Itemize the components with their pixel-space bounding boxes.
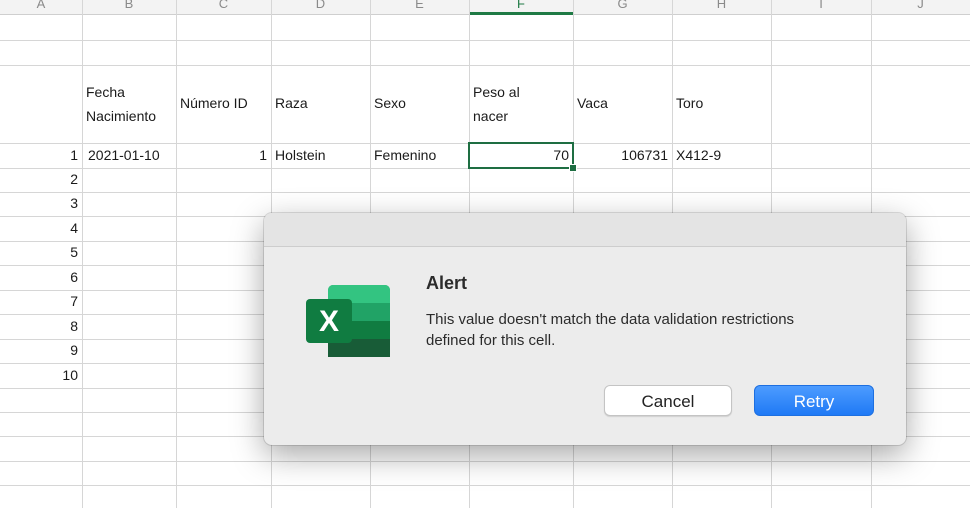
header-cell-fecha[interactable]: Fecha Nacimiento xyxy=(86,80,156,128)
row-number-cell[interactable]: 10 xyxy=(0,367,78,383)
fill-handle[interactable] xyxy=(569,164,577,172)
cell-vaca[interactable]: 106731 xyxy=(573,147,668,163)
grid-line xyxy=(0,40,970,41)
row-number-cell[interactable]: 3 xyxy=(0,195,78,211)
row-number-cell[interactable]: 1 xyxy=(0,147,78,163)
grid-line xyxy=(0,65,970,66)
header-fecha-line2: Nacimiento xyxy=(86,108,157,124)
dialog-titlebar[interactable] xyxy=(264,213,906,247)
alert-dialog: X Alert This value doesn't match the dat… xyxy=(264,213,906,445)
active-column-indicator xyxy=(469,12,573,15)
row-number-cell[interactable]: 4 xyxy=(0,220,78,236)
column-header-b[interactable]: B xyxy=(82,0,176,12)
header-fecha-line1: Fecha xyxy=(86,84,125,100)
grid-line xyxy=(0,461,970,462)
cell-toro[interactable]: X412-9 xyxy=(676,147,721,163)
dialog-message: This value doesn't match the data valida… xyxy=(426,311,795,349)
column-header-c[interactable]: C xyxy=(176,0,271,12)
header-peso-line2: nacer xyxy=(473,108,509,124)
header-peso-line1: Peso al xyxy=(473,84,520,100)
grid-line xyxy=(82,0,83,508)
retry-button[interactable]: Retry xyxy=(754,385,874,416)
grid-line xyxy=(0,192,970,193)
row-number-cell[interactable]: 7 xyxy=(0,293,78,309)
cell-numero-id[interactable]: 1 xyxy=(176,147,267,163)
active-cell-selection xyxy=(468,142,574,169)
column-header-e[interactable]: E xyxy=(370,0,469,12)
grid-line xyxy=(0,485,970,486)
grid-line xyxy=(176,0,177,508)
header-cell-numero-id[interactable]: Número ID xyxy=(180,95,248,111)
column-header-d[interactable]: D xyxy=(271,0,370,12)
cancel-button[interactable]: Cancel xyxy=(604,385,732,416)
dialog-title: Alert xyxy=(426,273,468,293)
row-number-cell[interactable]: 6 xyxy=(0,269,78,285)
row-number-cell[interactable]: 2 xyxy=(0,171,78,187)
header-cell-peso[interactable]: Peso al nacer xyxy=(473,80,520,128)
excel-icon-letter: X xyxy=(319,305,339,338)
header-cell-vaca[interactable]: Vaca xyxy=(577,95,608,111)
cell-raza[interactable]: Holstein xyxy=(275,147,326,163)
header-cell-raza[interactable]: Raza xyxy=(275,95,308,111)
row-number-cell[interactable]: 5 xyxy=(0,244,78,260)
column-header-f[interactable]: F xyxy=(469,0,573,12)
row-number-cell[interactable]: 8 xyxy=(0,318,78,334)
header-cell-sexo[interactable]: Sexo xyxy=(374,95,406,111)
cell-fecha[interactable]: 2021-01-10 xyxy=(88,147,160,163)
column-header-a[interactable]: A xyxy=(0,0,82,12)
header-cell-toro[interactable]: Toro xyxy=(676,95,703,111)
excel-app-icon: X xyxy=(306,285,390,357)
column-header-g[interactable]: G xyxy=(573,0,672,12)
column-header-j[interactable]: J xyxy=(871,0,970,12)
cell-sexo[interactable]: Femenino xyxy=(374,147,436,163)
column-header-h[interactable]: H xyxy=(672,0,771,12)
row-number-cell[interactable]: 9 xyxy=(0,342,78,358)
column-header-i[interactable]: I xyxy=(771,0,871,12)
